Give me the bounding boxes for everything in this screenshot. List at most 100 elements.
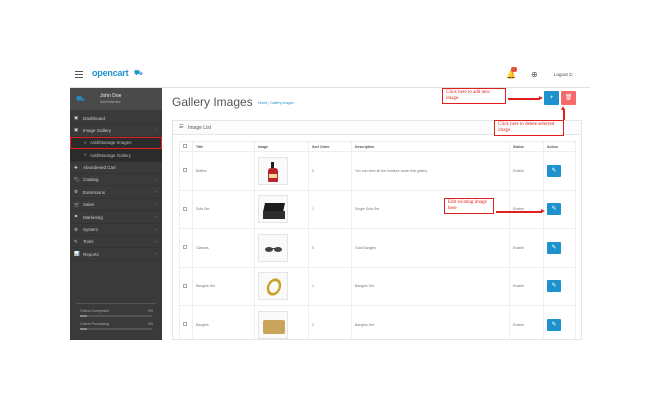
row-checkbox[interactable] [183,168,187,173]
action-cell: ✎ [543,151,576,191]
sidebar-item-system[interactable]: ⚙ System › [70,224,162,236]
sort-order-cell: 1 [308,189,352,229]
logout-link[interactable]: Logout ⏻ [554,72,573,77]
image-list-panel: ☰ Image List Title Image Sort Order Desc… [172,120,582,340]
row-checkbox[interactable] [183,322,187,327]
annotation-add-image: Click here to add new image. [442,88,506,104]
sidebar-nav: ▣ Dashboard ▣ Image Gallery › » Add/Mana… [70,112,162,261]
pencil-icon: ✎ [551,321,557,328]
image-cell [254,305,309,340]
title-cell: Glasses [192,228,255,268]
title-cell: Bangles Set [192,266,255,306]
sidebar-item-dashboard[interactable]: ▣ Dashboard [70,112,162,125]
description-cell: Gold Bangles [351,228,510,268]
user-profile[interactable]: ⛟ John Doe Administrator [70,88,162,110]
stat-label: Orders Processing [80,322,109,326]
cart-logo-icon: ⛟ [134,70,143,77]
sidebar-item-catalog[interactable]: 🏷 Catalog › [70,174,162,187]
chevron-right-icon: › [155,127,158,133]
status-cell: Enable [509,228,544,268]
sidebar-item-abondened-cart[interactable]: ✚ Abondened Cart [70,162,162,174]
select-all-checkbox[interactable] [183,144,187,148]
row-select-cell [179,189,193,229]
thumbnail-sofa [258,195,288,224]
plus-icon: ✚ [74,164,78,170]
pencil-icon: ✎ [551,283,557,290]
column-header: Description [351,141,510,152]
table-row: Bangles 2 Bangles Set Enable ✎ [179,305,576,340]
image-cell [254,228,309,268]
breadcrumb-current[interactable]: Gallery Images [270,101,294,105]
breadcrumb-home[interactable]: Home [258,101,267,105]
chevron-right-icon: › [155,251,158,257]
sidebar-item-reports[interactable]: 📊 Reports › [70,248,162,261]
sidebar-item-label: System [83,227,99,233]
title-cell: Sofa Set [192,189,255,229]
sidebar-item-add-manage-gallery[interactable]: » Add/Manage Gallery [70,149,162,162]
breadcrumb: Home | Gallery Images [258,101,294,105]
status-cell: Enable [509,151,544,191]
cart-icon: 🛒 [74,201,80,207]
chevron-right-icon: › [155,226,158,232]
sidebar-item-label: Image Gallery [83,127,112,133]
pencil-icon: ✎ [551,244,557,251]
table-row: Sofa Set 1 Single Sofa Set Enable ✎ [179,189,576,229]
column-header[interactable]: Status [509,141,544,152]
pencil-icon: ✎ [551,167,557,174]
sidebar-item-image-gallery[interactable]: ▣ Image Gallery › [70,124,162,137]
image-cell [254,266,309,306]
sidebar-item-add-manage-images[interactable]: » Add/Manage Images [70,136,162,150]
action-cell: ✎ [543,228,576,268]
column-header: Action [543,141,576,152]
sidebar-item-extensions[interactable]: ⚙ Extensions › [70,186,162,199]
table-row: Bottles 0 You can view all the furniture… [179,151,576,191]
sort-order-cell: 0 [308,228,352,268]
help-icon[interactable]: ⊕ [531,70,538,79]
plus-icon: + [549,95,554,101]
gallery-icon: ▣ [74,127,79,133]
sidebar-item-sales[interactable]: 🛒 Sales › [70,199,162,212]
status-cell: Enable [509,189,544,229]
sidebar-item-marketing[interactable]: ⚑ Marketing › [70,211,162,224]
chevron-right-icon: › [155,214,158,220]
sidebar-item-label: Add/Manage Gallery [90,152,132,158]
avatar-icon: ⛟ [76,96,85,103]
add-image-button[interactable]: + [544,91,559,105]
edit-button[interactable]: ✎ [547,280,561,293]
thumbnail-ring [258,272,288,301]
action-cell: ✎ [543,305,576,340]
action-cell: ✎ [543,266,576,306]
column-header[interactable]: Title [192,141,255,152]
image-table: Title Image Sort Order Description Statu… [179,141,576,340]
sidebar-item-tools[interactable]: ✎ Tools › [70,236,162,249]
title-cell: Bottles [192,151,255,191]
edit-button[interactable]: ✎ [547,318,561,331]
annotation-arrow-add [508,96,543,100]
description-cell: Bangles Set [351,305,510,340]
opencart-logo[interactable]: opencart [92,68,129,78]
sort-order-cell: 2 [308,305,352,340]
stat-orders-completed: Orders Completed 0% [76,309,156,317]
delete-image-button[interactable]: 🗑 [561,91,576,105]
row-checkbox[interactable] [183,206,187,211]
menu-toggle-icon[interactable] [75,71,83,78]
sidebar-item-label: Tools [83,239,94,245]
order-stats: Orders Completed 0% Orders Processing 0% [76,303,156,340]
user-name: John Doe [100,93,122,99]
sidebar-item-label: Marketing [83,214,103,220]
pencil-icon: ✎ [551,206,557,213]
bullet-icon: » [84,152,87,158]
edit-button[interactable]: ✎ [547,241,561,254]
row-checkbox[interactable] [183,245,187,250]
row-checkbox[interactable] [183,283,187,288]
status-cell: Enable [509,266,544,306]
select-all-header [179,141,193,152]
edit-button[interactable]: ✎ [547,164,561,177]
edit-button[interactable]: ✎ [547,203,561,216]
alert-badge [511,67,517,72]
column-header[interactable]: Sort Order [308,141,352,152]
chevron-right-icon: › [155,189,158,195]
stat-label: Orders Completed [80,309,109,313]
description-cell: You can view all the furniture under thi… [351,151,510,191]
cog-icon: ⚙ [74,226,79,232]
